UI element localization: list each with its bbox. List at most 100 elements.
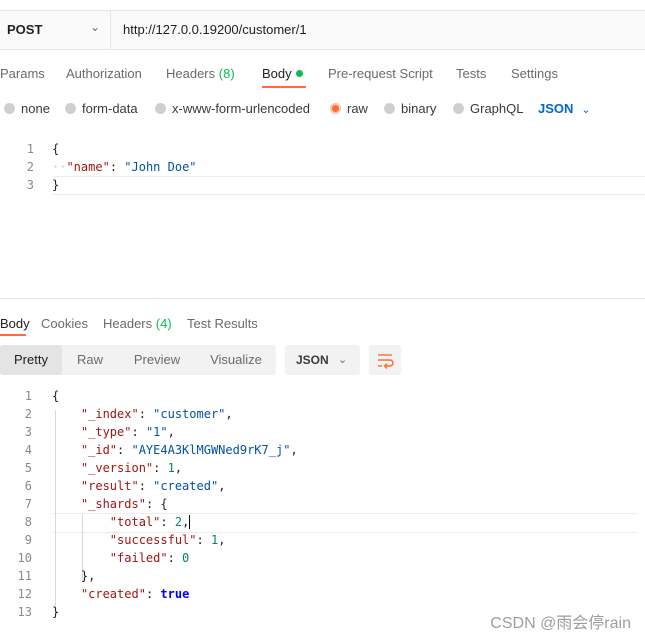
- response-headers-count: (4): [155, 316, 172, 331]
- radio-form-data[interactable]: form-data: [65, 101, 138, 116]
- line-number: 12: [17, 587, 32, 601]
- language-select[interactable]: JSON ⌄: [538, 101, 591, 116]
- json-key: "_id": [80, 443, 118, 457]
- tab-authorization[interactable]: Authorization: [66, 66, 142, 81]
- tab-settings[interactable]: Settings: [511, 66, 558, 81]
- json-line: "_id": "AYE4A3KlMGWNed9rK7_j",: [80, 443, 298, 457]
- json-string: "1": [145, 425, 168, 439]
- line-number: 3: [26, 178, 34, 192]
- json-key: "failed": [109, 551, 168, 565]
- url-input[interactable]: http://127.0.0.19200/customer/1: [123, 22, 307, 37]
- watermark: CSDN @雨会停rain: [490, 615, 631, 632]
- tab-cookies[interactable]: Cookies: [41, 316, 88, 331]
- active-tab-indicator: [0, 334, 26, 336]
- radio-raw[interactable]: raw: [330, 101, 368, 116]
- json-key: "result": [80, 479, 139, 493]
- view-pretty-button[interactable]: Pretty: [0, 345, 62, 375]
- tab-params[interactable]: Params: [0, 66, 45, 81]
- tab-response-body[interactable]: Body: [0, 316, 30, 331]
- json-line: "failed": 0: [109, 551, 190, 565]
- line-number: 1: [24, 389, 32, 403]
- json-key: "_shards": [80, 497, 146, 511]
- json-number: 2: [174, 515, 183, 529]
- json-line: "total": 2,: [109, 515, 191, 529]
- json-brace: }: [80, 569, 89, 583]
- tab-headers-label: Headers: [166, 66, 216, 81]
- json-line: "_shards": {: [80, 497, 168, 511]
- format-label: JSON: [296, 353, 329, 367]
- wrap-lines-button[interactable]: [369, 345, 401, 375]
- json-boolean: true: [160, 587, 190, 601]
- radio-circle-icon: [4, 103, 15, 114]
- chevron-down-icon: ⌄: [338, 354, 348, 366]
- language-label: JSON: [538, 101, 574, 116]
- json-number: 0: [182, 551, 190, 565]
- view-mode-segment: Pretty Raw Preview Visualize: [0, 345, 276, 375]
- radio-circle-icon: [155, 103, 166, 114]
- json-key: "name": [66, 160, 110, 174]
- radio-label: GraphQL: [470, 101, 524, 116]
- line-number: 10: [17, 551, 32, 565]
- radio-none[interactable]: none: [4, 101, 50, 116]
- line-number: 9: [24, 533, 32, 547]
- view-preview-button[interactable]: Preview: [118, 345, 196, 375]
- json-key: "created": [80, 587, 146, 601]
- indent-guide: [55, 410, 56, 615]
- view-raw-button[interactable]: Raw: [62, 345, 118, 375]
- tab-tests[interactable]: Tests: [456, 66, 486, 81]
- json-key: "_version": [80, 461, 154, 475]
- json-string: "customer": [153, 407, 226, 421]
- json-line: "created": true: [80, 587, 190, 601]
- json-number: 1: [210, 533, 219, 547]
- chevron-down-icon: ⌄: [90, 20, 101, 34]
- radio-x-www-form-urlencoded[interactable]: x-www-form-urlencoded: [155, 101, 310, 116]
- line-number: 2: [24, 407, 32, 421]
- text-cursor: [189, 515, 191, 529]
- radio-selected-icon: [330, 103, 341, 114]
- method-select[interactable]: POST ⌄: [0, 11, 111, 49]
- json-line: "_version": 1,: [80, 461, 183, 475]
- json-string: "created": [153, 479, 219, 493]
- response-tabs: Body Cookies Headers (4) Test Results: [0, 312, 645, 336]
- line-number: 4: [24, 443, 32, 457]
- radio-binary[interactable]: binary: [384, 101, 436, 116]
- format-select[interactable]: JSON ⌄: [285, 345, 360, 375]
- method-label: POST: [7, 22, 43, 37]
- tab-headers[interactable]: Headers (8): [166, 66, 235, 81]
- json-key: "_index": [80, 407, 139, 421]
- view-visualize-button[interactable]: Visualize: [196, 345, 276, 375]
- tab-test-results[interactable]: Test Results: [187, 316, 258, 331]
- json-string: "John Doe": [124, 160, 197, 174]
- json-line: {: [52, 389, 60, 403]
- line-number: 11: [17, 569, 32, 583]
- json-key: "successful": [109, 533, 197, 547]
- radio-label: none: [21, 101, 50, 116]
- request-body-editor[interactable]: 1 2 3 { ··"name": "John Doe" }: [0, 138, 645, 299]
- json-line: }: [52, 605, 60, 619]
- line-number: 13: [17, 605, 32, 619]
- tab-response-headers[interactable]: Headers (4): [103, 316, 172, 331]
- radio-circle-icon: [65, 103, 76, 114]
- json-line: "_index": "customer",: [80, 407, 233, 421]
- json-string: "AYE4A3KlMGWNed9rK7_j": [131, 443, 291, 457]
- json-line: "_type": "1",: [80, 425, 175, 439]
- json-line: "result": "created",: [80, 479, 226, 493]
- line-number: 5: [24, 461, 32, 475]
- code-line: ··"name": "John Doe": [52, 160, 197, 174]
- line-number: 8: [24, 515, 32, 529]
- active-tab-indicator: [262, 86, 306, 88]
- wrap-lines-icon: [378, 354, 394, 369]
- code-line: }: [52, 178, 60, 192]
- radio-graphql[interactable]: GraphQL: [453, 101, 523, 116]
- json-line: "successful": 1,: [109, 533, 226, 547]
- radio-circle-icon: [453, 103, 464, 114]
- chevron-down-icon: ⌄: [581, 104, 591, 116]
- headers-count: (8): [218, 66, 235, 81]
- tab-prerequest-script[interactable]: Pre-request Script: [328, 66, 433, 81]
- json-brace: {: [160, 497, 168, 511]
- line-number: 3: [24, 425, 32, 439]
- tab-body[interactable]: Body: [262, 66, 303, 81]
- json-key: "_type": [80, 425, 132, 439]
- radio-label: binary: [401, 101, 437, 116]
- modified-dot-icon: [295, 70, 303, 77]
